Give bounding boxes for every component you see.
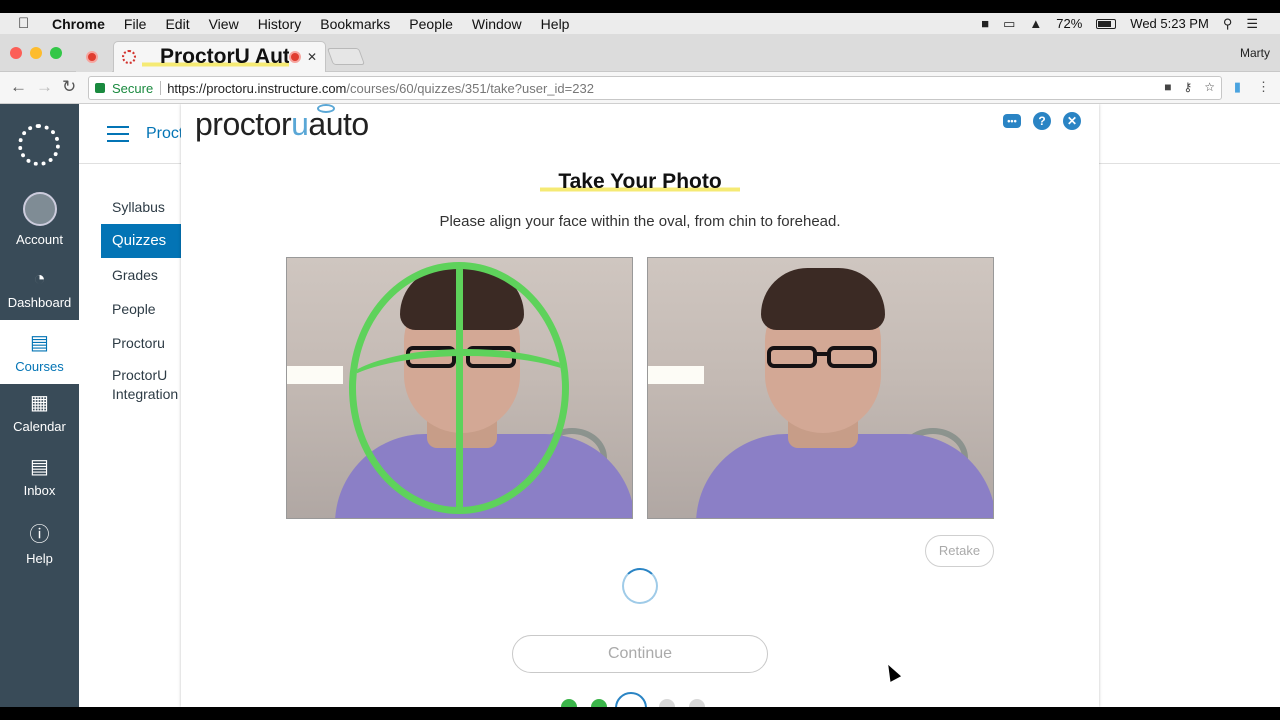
apple-icon[interactable]:  (18, 15, 34, 32)
tab-active[interactable]: ProctorU Auto - Canvas Dev ✕ (113, 41, 326, 72)
menu-file[interactable]: File (124, 16, 147, 32)
camera-icon[interactable]: ■ (1164, 80, 1171, 94)
hair (761, 268, 885, 330)
new-tab-button[interactable] (326, 48, 366, 65)
back-icon[interactable]: ← (10, 77, 27, 97)
nav-inbox[interactable]: ▤ Inbox (0, 454, 79, 510)
menu-bookmarks[interactable]: Bookmarks (320, 16, 390, 32)
menu-view[interactable]: View (209, 16, 239, 32)
step-5-pending (689, 699, 705, 707)
canvas-logo-icon[interactable] (18, 124, 60, 166)
face-alignment-oval (349, 262, 569, 514)
menu-window[interactable]: Window (472, 16, 522, 32)
tab-close-icon[interactable]: ✕ (305, 50, 319, 64)
tab-pinned[interactable] (76, 41, 112, 72)
nav-courses[interactable]: ▤ Courses (0, 320, 79, 384)
hamburger-menu-icon[interactable] (107, 126, 129, 142)
nav-calendar[interactable]: ▦ Calendar (0, 390, 79, 446)
tab-strip: ProctorU Auto - Canvas Dev ✕ Marty (0, 34, 1280, 72)
wall-light (287, 366, 343, 384)
extension-icons: ▮ ⋮ (1234, 79, 1270, 95)
letterbox-top (0, 0, 1280, 13)
battery-icon[interactable] (1096, 18, 1117, 29)
wall-light (648, 366, 704, 384)
oval-horizontal-guide (356, 349, 562, 439)
menu-people[interactable]: People (409, 16, 453, 32)
help-icon: ⓘ (29, 524, 50, 546)
window-zoom-button[interactable] (50, 47, 62, 59)
window-minimize-button[interactable] (30, 47, 42, 59)
modal-actions: ••• ? ✕ (1003, 112, 1081, 130)
step-4-pending (659, 699, 675, 707)
reload-icon[interactable]: ↻ (62, 77, 76, 97)
menu-help[interactable]: Help (541, 16, 570, 32)
progress-steps (561, 692, 721, 707)
url-host: https://proctoru.instructure.com (167, 80, 347, 96)
omnibox-icons: ■ ⚷ ☆ (1164, 80, 1215, 94)
nav-dashboard[interactable]: ◔ Dashboard (0, 264, 79, 320)
close-icon[interactable]: ✕ (1063, 112, 1081, 130)
webcam-live-view (286, 257, 633, 519)
retake-button[interactable]: Retake (925, 535, 994, 567)
avatar (22, 192, 57, 226)
proctoru-logo: proctoruauto (195, 104, 369, 142)
nav-help[interactable]: ⓘ Help (0, 518, 79, 574)
dashboard-icon: ◔ (33, 268, 46, 290)
profile-name[interactable]: Marty (1240, 46, 1270, 60)
letterbox-bottom (0, 707, 1280, 720)
instructions: Please align your face within the oval, … (439, 213, 841, 230)
global-nav: Account ◔ Dashboard ▤ Courses ▦ Calendar… (0, 104, 79, 707)
airplay-icon[interactable]: ▭ (1003, 16, 1015, 32)
secure-label: Secure (112, 80, 154, 96)
step-2-complete (591, 699, 607, 707)
tab-title: ProctorU Auto - Canvas Dev (142, 45, 289, 69)
menubar:  Chrome File Edit View History Bookmark… (0, 13, 1280, 34)
status-area: ■ ▭ ▲ 72% Wed 5:23 PM ⚲ ☰ (981, 13, 1258, 34)
loading-spinner-icon (622, 568, 658, 604)
menu-chrome[interactable]: Chrome (52, 16, 105, 32)
url-path: /courses/60/quizzes/351/take?user_id=232 (346, 80, 594, 96)
title-wrap: Take Your Photo (181, 170, 1099, 194)
continue-button[interactable]: Continue (512, 635, 768, 673)
menu-dots-icon[interactable]: ⋮ (1257, 79, 1270, 95)
nav-account[interactable]: Account (0, 192, 79, 254)
step-1-complete (561, 699, 577, 707)
window-close-button[interactable] (10, 47, 22, 59)
divider (160, 81, 162, 95)
canvas-favicon-icon (122, 50, 136, 64)
calendar-icon: ▦ (30, 392, 49, 414)
proctoru-modal: proctoruauto ••• ? ✕ Take Your Photo Ple… (181, 104, 1099, 707)
captured-photo (647, 257, 994, 519)
inbox-icon: ▤ (30, 456, 49, 478)
recording-icon (289, 51, 301, 63)
recording-icon (86, 51, 98, 63)
photo-scene (648, 258, 993, 518)
battery-percent[interactable]: 72% (1056, 16, 1082, 31)
courses-icon: ▤ (30, 332, 49, 354)
extension-icon[interactable]: ▮ (1234, 79, 1241, 95)
address-bar[interactable]: Secure https://proctoru.instructure.com … (88, 76, 1222, 100)
owl-icon (317, 104, 335, 113)
key-icon[interactable]: ⚷ (1183, 80, 1192, 94)
menu-edit[interactable]: Edit (165, 16, 189, 32)
notification-center-icon[interactable]: ☰ (1246, 16, 1258, 32)
page-title: Take Your Photo (540, 170, 740, 194)
lock-icon (95, 83, 105, 93)
glasses (765, 346, 881, 370)
step-3-current (615, 692, 647, 707)
clock[interactable]: Wed 5:23 PM (1130, 16, 1209, 31)
chat-icon[interactable]: ••• (1003, 114, 1021, 128)
menu-history[interactable]: History (258, 16, 302, 32)
help-icon[interactable]: ? (1033, 112, 1051, 130)
spotlight-icon[interactable]: ⚲ (1223, 16, 1233, 32)
camera-icon[interactable]: ■ (981, 16, 989, 31)
browser-toolbar: ← → ↻ Secure https://proctoru.instructur… (0, 72, 1280, 104)
forward-icon[interactable]: → (36, 77, 53, 97)
wifi-icon[interactable]: ▲ (1029, 16, 1042, 31)
page: Account ◔ Dashboard ▤ Courses ▦ Calendar… (0, 104, 1280, 707)
bookmark-star-icon[interactable]: ☆ (1204, 80, 1215, 94)
